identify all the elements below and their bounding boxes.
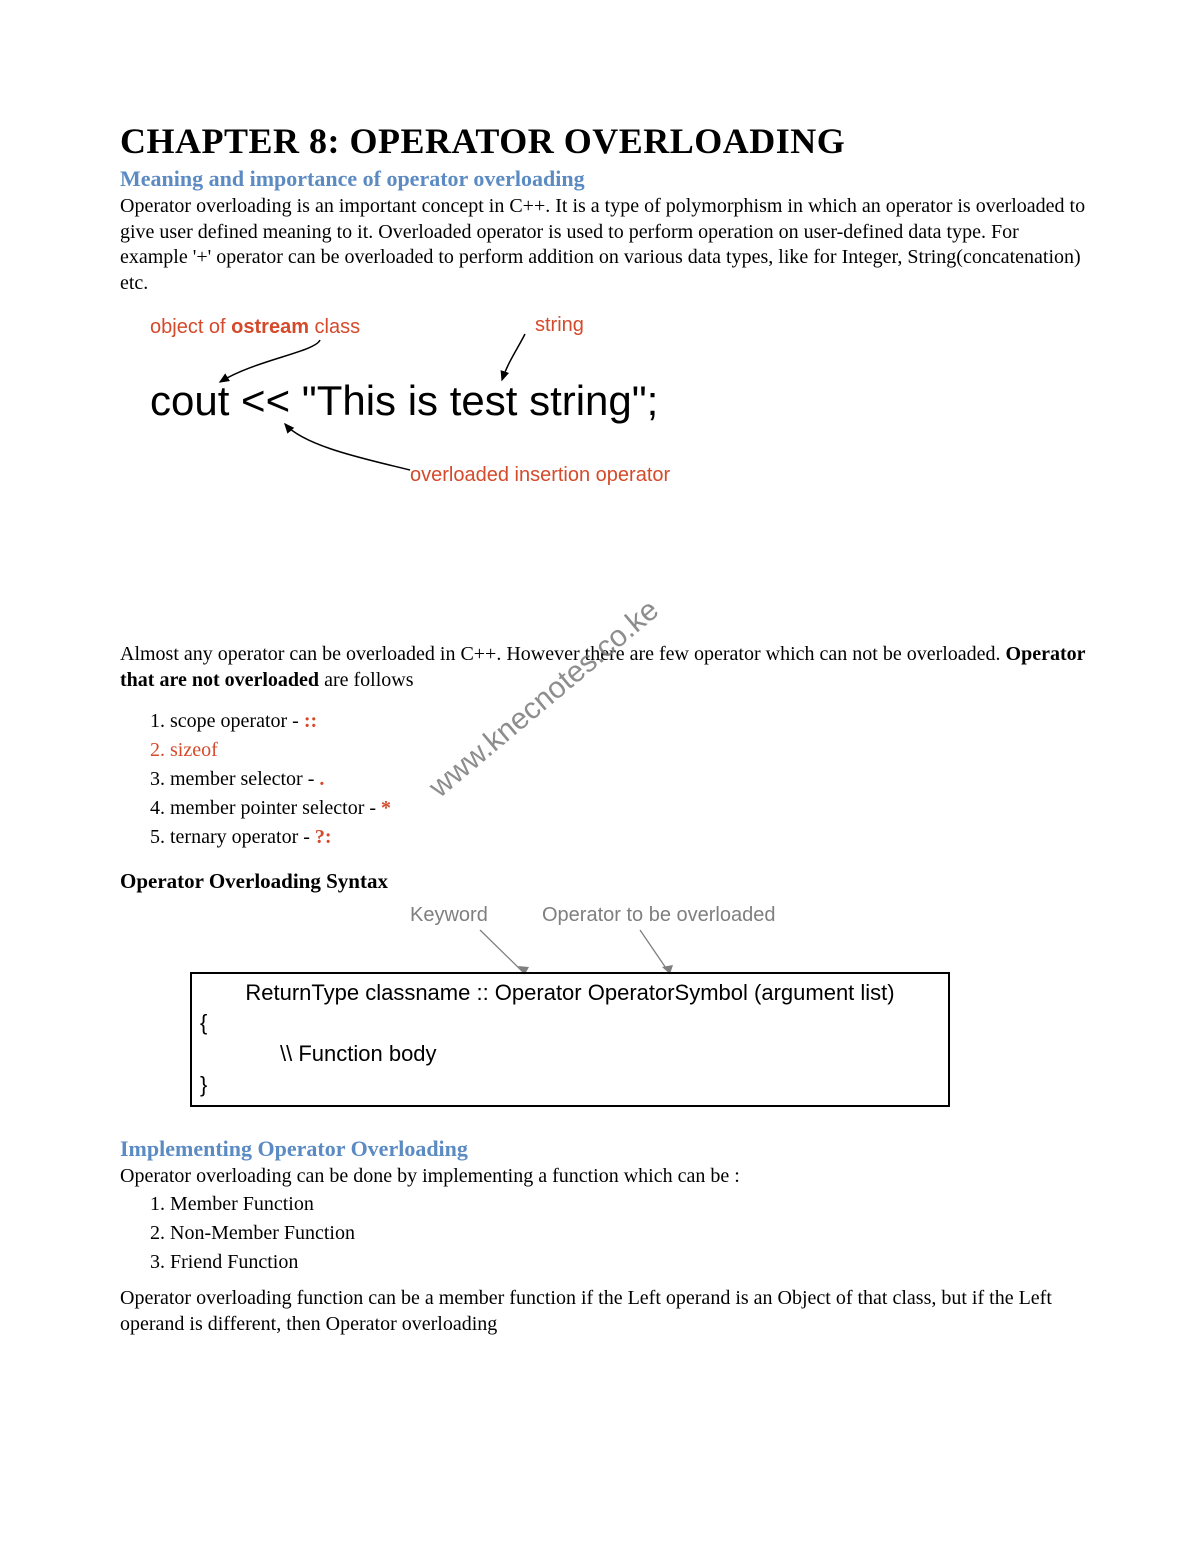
implementing-intro: Operator overloading can be done by impl… [120,1164,1090,1190]
list-item: Member Function [170,1191,1090,1218]
annot-keyword: Keyword [410,904,488,927]
non-overloadable-block: www.knecnotes.co.ke Almost any operator … [120,642,1090,850]
list-item: scope operator - :: [170,708,1090,735]
non-overloadable-post: are follows [319,669,413,691]
op-text: member pointer selector - [170,797,381,819]
implementing-para-2: Operator overloading function can be a m… [120,1286,1090,1337]
label-overloaded-insertion: overloaded insertion operator [410,464,670,487]
label-ostream-pre: object of [150,316,231,338]
list-item: sizeof [170,737,1090,764]
figure-cout-example: object of ostream class string cout << "… [120,312,880,522]
non-overloadable-intro: Almost any operator can be overloaded in… [120,642,1090,693]
label-ostream-bold: ostream [231,316,309,338]
figure-syntax-box: Keyword Operator to be overloaded Return… [190,902,960,1122]
op-text: member selector - [170,768,319,790]
op-symbol: ?: [315,826,332,848]
syntax-code-box: ReturnType classname :: Operator Operato… [190,972,950,1107]
syntax-heading: Operator Overloading Syntax [120,869,1090,894]
document-page: CHAPTER 8: OPERATOR OVERLOADING Meaning … [0,0,1200,1411]
list-item: member pointer selector - * [170,795,1090,822]
code-cout-line: cout << "This is test string"; [150,377,658,425]
op-symbol: * [381,797,391,819]
list-item: Non-Member Function [170,1220,1090,1247]
syntax-line-body: \\ Function body [200,1039,940,1070]
label-string: string [535,314,584,337]
label-ostream-object: object of ostream class [150,316,360,339]
op-text: ternary operator - [170,826,315,848]
non-overloadable-list: scope operator - :: sizeof member select… [146,708,1090,851]
op-symbol: :: [304,710,317,732]
list-item: member selector - . [170,766,1090,793]
op-text: scope operator - [170,710,304,732]
syntax-brace-close: } [200,1070,940,1101]
op-text: sizeof [170,739,218,761]
implementing-list: Member Function Non-Member Function Frie… [146,1191,1090,1276]
list-item: ternary operator - ?: [170,824,1090,851]
syntax-line-signature: ReturnType classname :: Operator Operato… [200,978,940,1009]
non-overloadable-pre: Almost any operator can be overloaded in… [120,643,1006,665]
intro-paragraph: Operator overloading is an important con… [120,194,1090,296]
label-ostream-post: class [309,316,360,338]
section-heading-meaning: Meaning and importance of operator overl… [120,166,1090,192]
chapter-title: CHAPTER 8: OPERATOR OVERLOADING [120,120,1090,162]
annot-operator: Operator to be overloaded [542,904,776,927]
syntax-brace-open: { [200,1008,940,1039]
op-symbol: . [319,768,324,790]
list-item: Friend Function [170,1249,1090,1276]
section-heading-implementing: Implementing Operator Overloading [120,1136,1090,1162]
